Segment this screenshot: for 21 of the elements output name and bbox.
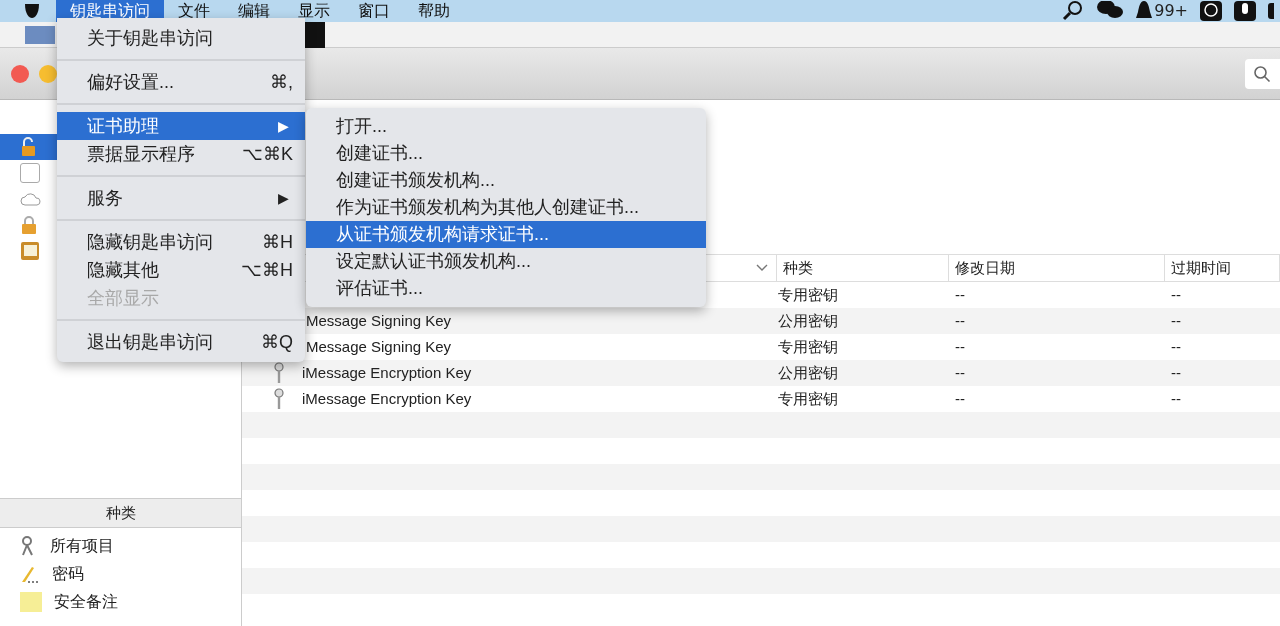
table-cell-text: 专用密钥: [777, 284, 839, 305]
table-cell-text: --: [954, 336, 966, 357]
table-cell-text: 专用密钥: [777, 336, 839, 357]
table-cell-text: iMessage Encryption Key: [302, 362, 472, 383]
table-cell-text: iMessage Encryption Key: [302, 388, 472, 409]
table-cell-text: Message Signing Key: [306, 310, 452, 331]
table-cell-text: --: [1170, 388, 1181, 409]
table-cell-text: --: [1170, 362, 1181, 383]
table-cell-text: Message Signing Key: [306, 336, 452, 357]
notification-count: 99+: [1154, 1, 1188, 21]
table-cell-text: --: [954, 362, 966, 383]
table-cell-text: 公用密钥: [777, 362, 839, 383]
category-header: 种类: [0, 498, 241, 528]
table-cell-text: --: [954, 310, 966, 331]
table-cell-text: --: [954, 284, 966, 305]
table-cell-text: --: [1170, 310, 1181, 331]
table-cell-text: 公用密钥: [777, 310, 839, 331]
table-cell-text: 专用密钥: [777, 388, 839, 409]
table-cell-text: --: [954, 388, 966, 409]
table-cell-text: --: [1170, 336, 1181, 357]
table-cell-text: --: [1170, 284, 1181, 305]
